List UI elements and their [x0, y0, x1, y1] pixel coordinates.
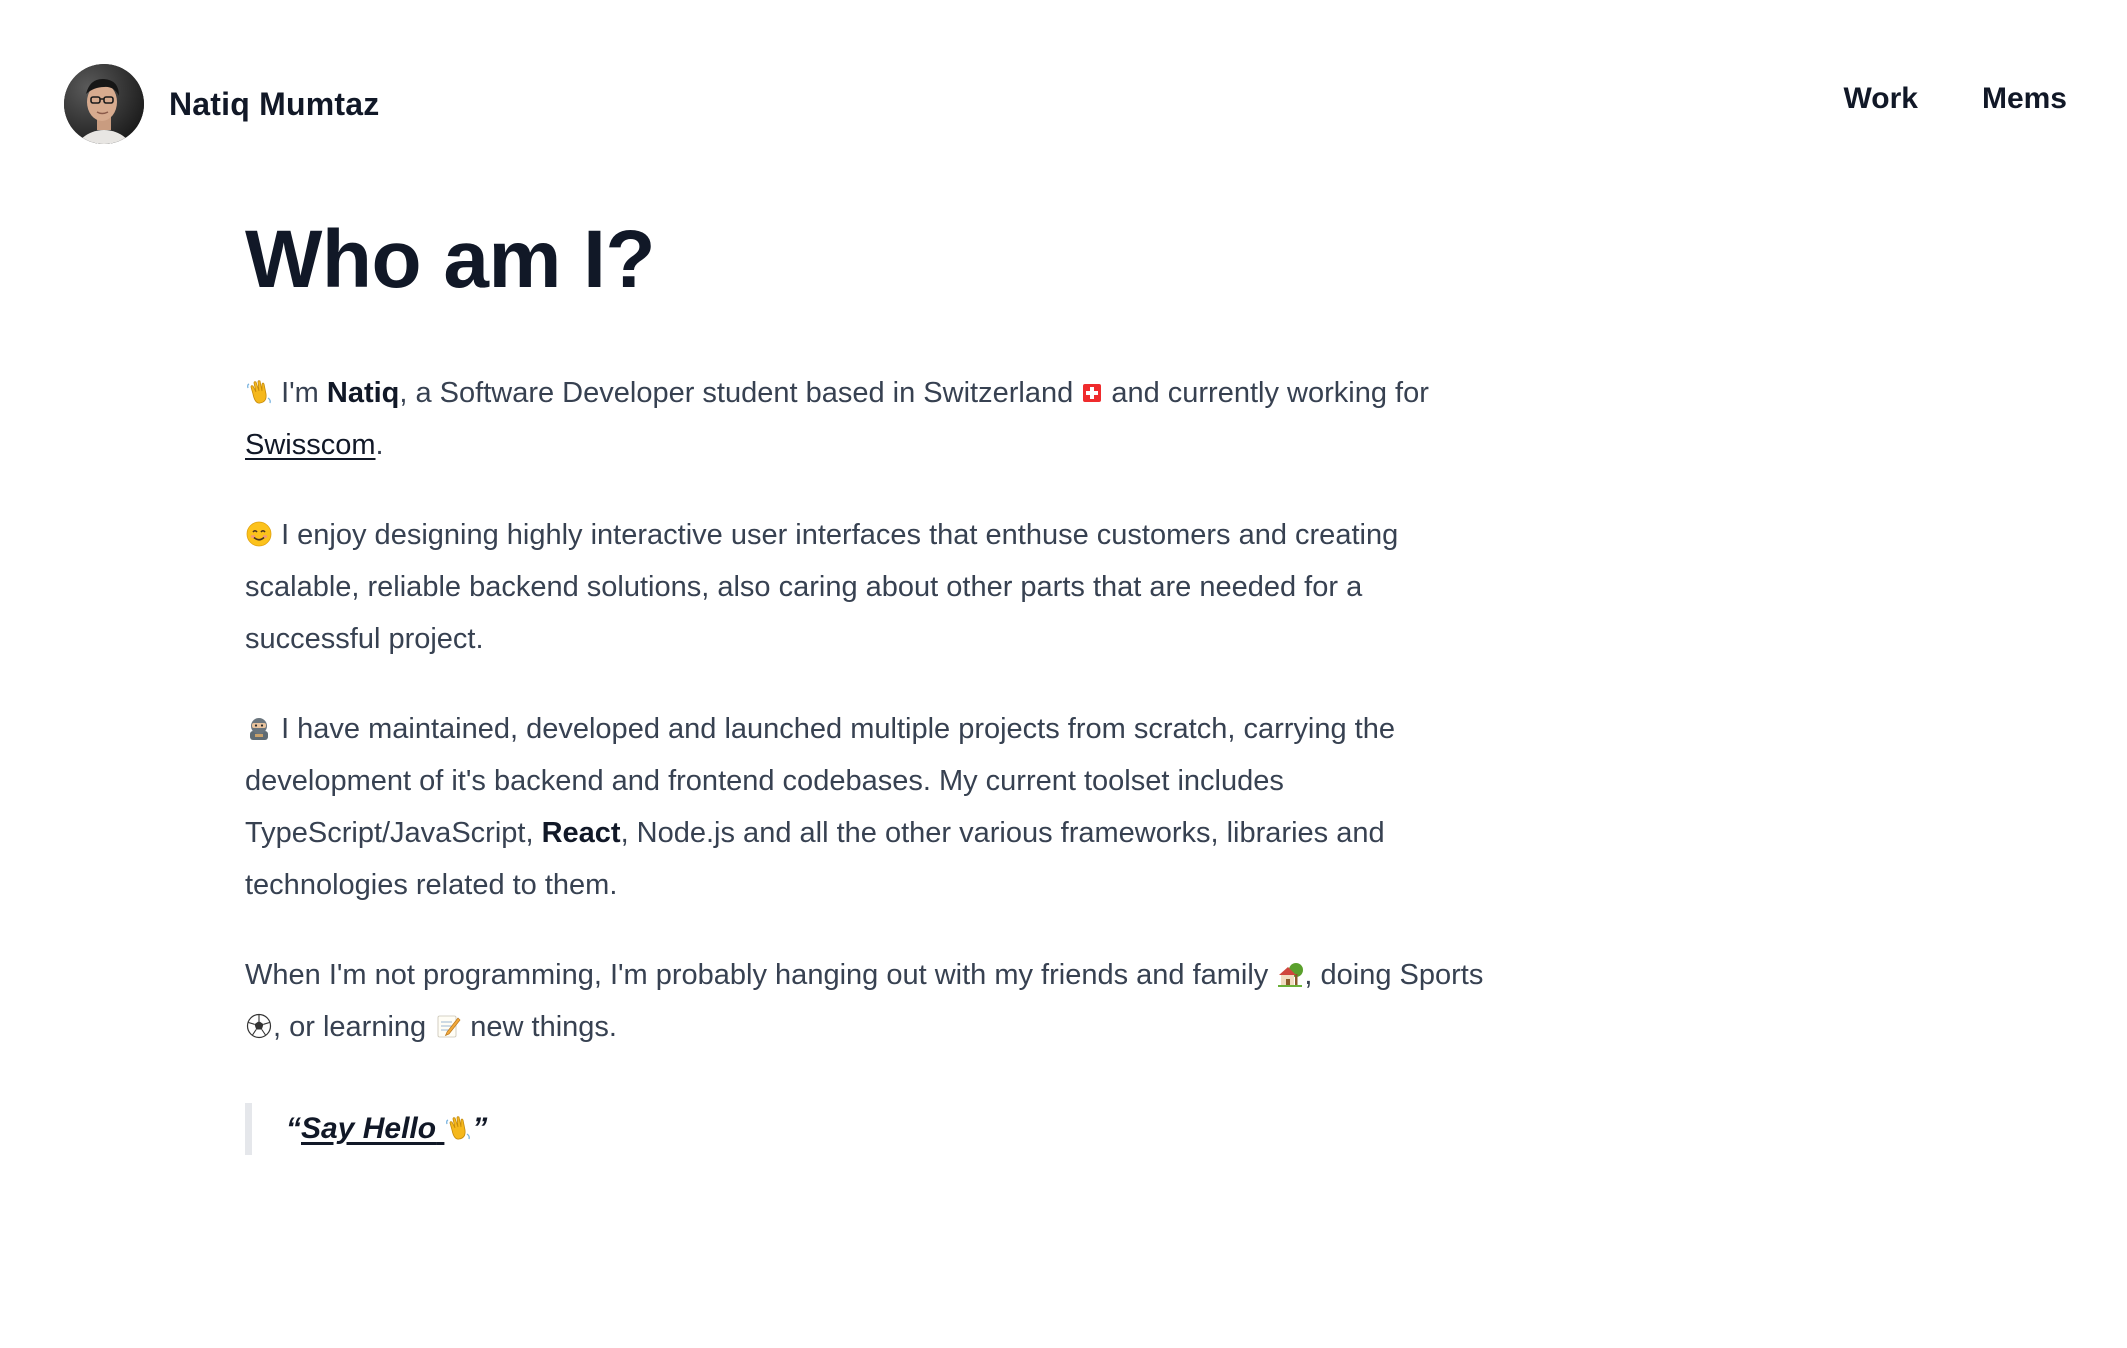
intro-text: I'm [281, 377, 327, 409]
say-hello-quote: “Say Hello ” [245, 1103, 1505, 1155]
highlight-react: React [541, 817, 621, 849]
waving-hand-icon [444, 1114, 472, 1142]
intro-text-3: and currently working for [1103, 377, 1429, 409]
nav-mems-link[interactable]: Mems [1982, 82, 2067, 116]
hobbies-text-2: , doing Sports [1304, 959, 1484, 991]
intro-paragraph: I'm Natiq, a Software Developer student … [245, 367, 1505, 471]
about-section: Who am I? I'm Natiq, a Software Develope… [245, 210, 1505, 1155]
say-hello-link[interactable]: Say Hello [301, 1112, 472, 1145]
page-title: Who am I? [245, 214, 656, 305]
swiss-flag-icon [1081, 382, 1103, 404]
hobbies-text-1: When I'm not programming, I'm probably h… [245, 959, 1277, 991]
nav-work-link[interactable]: Work [1843, 82, 1917, 116]
waving-hand-icon [245, 378, 273, 406]
soccer-ball-icon [245, 1012, 273, 1040]
smiling-face-icon [245, 520, 273, 548]
experience-paragraph: I have maintained, developed and launche… [245, 703, 1505, 911]
home-link[interactable]: Natiq Mumtaz [64, 64, 379, 144]
design-text: I enjoy designing highly interactive use… [245, 519, 1399, 655]
main-nav: Work Mems [1843, 82, 2067, 116]
intro-text-2: , a Software Developer student based in … [399, 377, 1082, 409]
hobbies-text-4: new things. [462, 1011, 617, 1043]
site-owner-name: Natiq Mumtaz [169, 85, 380, 122]
say-hello-label: Say Hello [301, 1112, 437, 1145]
intro-end: . [375, 429, 384, 461]
memo-icon [434, 1012, 462, 1040]
highlight-name: Natiq [326, 377, 400, 409]
ninja-icon [245, 714, 273, 742]
swisscom-link[interactable]: Swisscom [245, 429, 376, 461]
site-header: Natiq Mumtaz Work Mems [0, 0, 2127, 210]
hobbies-paragraph: When I'm not programming, I'm probably h… [245, 949, 1505, 1053]
quote-close: ” [472, 1112, 488, 1145]
quote-open: “ [286, 1112, 301, 1145]
hobbies-text-3: , or learning [273, 1011, 435, 1043]
avatar [64, 64, 144, 144]
design-paragraph: I enjoy designing highly interactive use… [245, 509, 1505, 665]
house-with-garden-icon [1276, 960, 1304, 988]
